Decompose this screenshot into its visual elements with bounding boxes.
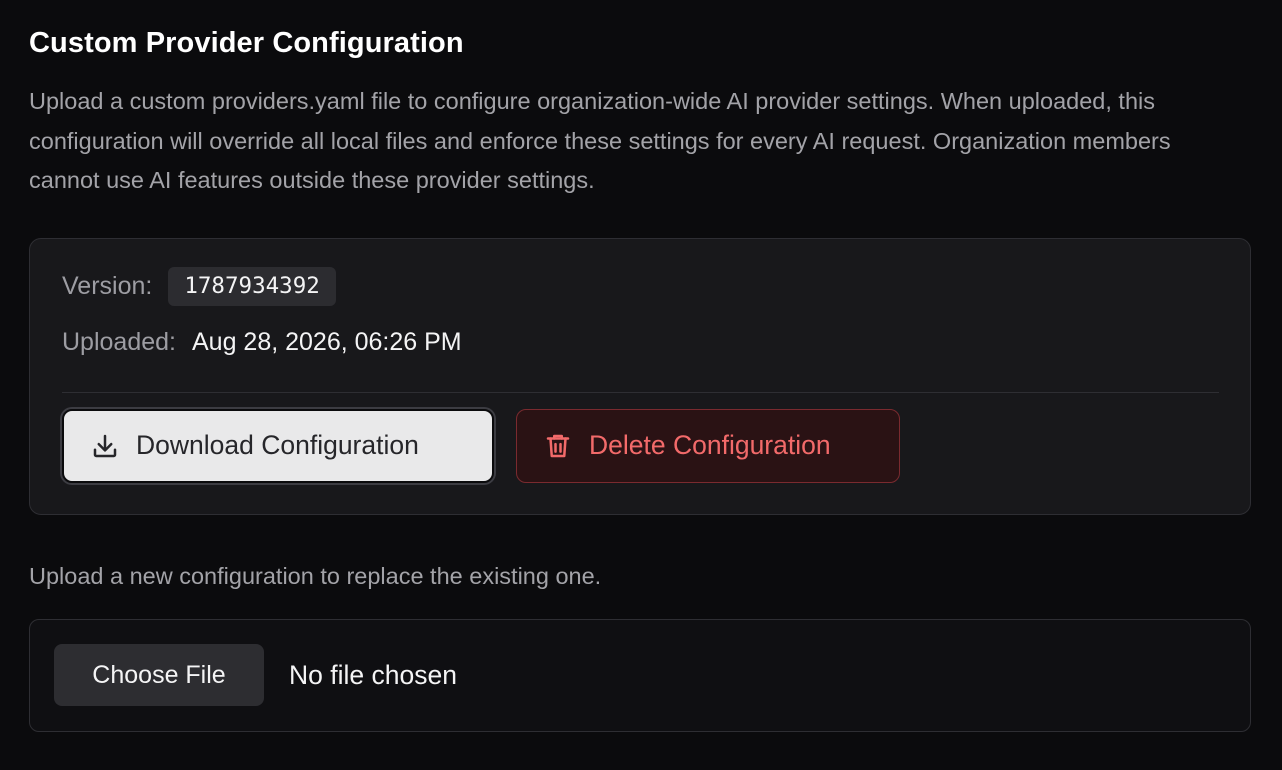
version-row: Version: 1787934392 bbox=[62, 267, 1218, 307]
section-description: Upload a custom providers.yaml file to c… bbox=[29, 88, 1171, 193]
version-value: 1787934392 bbox=[168, 267, 336, 306]
delete-configuration-label: Delete Configuration bbox=[589, 430, 831, 460]
file-input[interactable]: Choose File No file chosen bbox=[29, 618, 1251, 732]
delete-configuration-button[interactable]: Delete Configuration bbox=[516, 408, 900, 483]
download-configuration-button[interactable]: Download Configuration bbox=[62, 408, 494, 483]
file-status: No file chosen bbox=[289, 659, 457, 690]
uploaded-row: Uploaded: Aug 28, 2026, 06:26 PM bbox=[62, 323, 1218, 363]
section-title: Custom Provider Configuration bbox=[29, 27, 464, 59]
version-label: Version: bbox=[62, 272, 153, 300]
uploaded-label: Uploaded: bbox=[62, 328, 176, 356]
provider-config-page: Custom Provider Configuration Upload a c… bbox=[0, 0, 1282, 770]
divider bbox=[62, 391, 1219, 393]
current-config-card: Version: 1787934392 Uploaded: Aug 28, 20… bbox=[29, 237, 1251, 515]
download-configuration-label: Download Configuration bbox=[136, 430, 419, 460]
choose-file-button[interactable]: Choose File bbox=[54, 644, 264, 706]
download-icon bbox=[90, 431, 120, 461]
uploaded-value: Aug 28, 2026, 06:26 PM bbox=[191, 328, 462, 356]
upload-hint: Upload a new configuration to replace th… bbox=[29, 562, 602, 589]
action-buttons: Download Configuration Delete Configurat… bbox=[62, 408, 1218, 483]
trash-icon bbox=[543, 431, 573, 461]
